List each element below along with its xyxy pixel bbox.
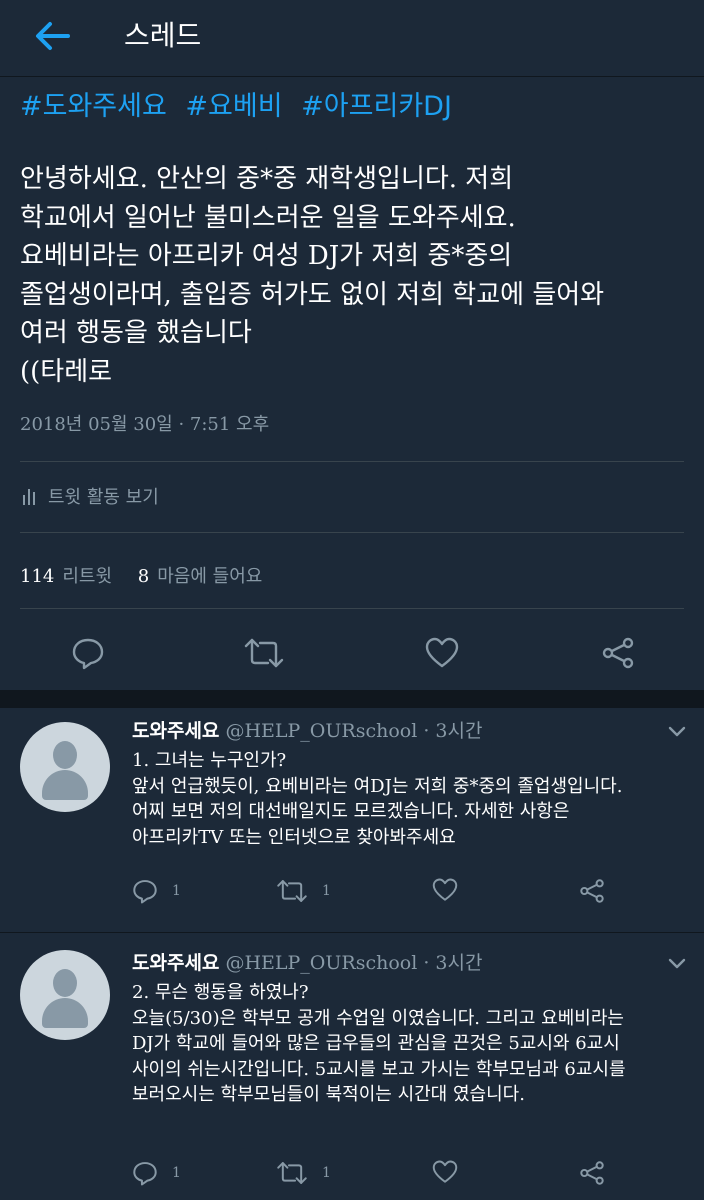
reply-text: 2. 무슨 행동을 하였나? 오늘(5/30)은 학부모 공개 수업일 이였습니…	[132, 982, 626, 1105]
reply-tweet[interactable]: 도와주세요 @HELP_OURschool · 3시간 1. 그녀는 누구인가?…	[0, 708, 704, 940]
retweet-icon	[277, 1162, 307, 1184]
reply-time: · 3시간	[423, 952, 483, 974]
back-button[interactable]	[30, 16, 74, 56]
like-label[interactable]: 마음에 들어요	[157, 566, 262, 587]
page-title: 스레드	[124, 19, 202, 52]
avatar[interactable]	[20, 722, 110, 812]
reply-text: 1. 그녀는 누구인가? 앞서 언급했듯이, 요베비라는 여DJ는 저희 중*중…	[132, 750, 623, 848]
retweet-label[interactable]: 리트윗	[62, 566, 112, 587]
reply-button[interactable]	[68, 630, 108, 676]
retweet-button[interactable]: 1	[276, 878, 331, 904]
reply-time: · 3시간	[423, 720, 483, 742]
reply-icon	[133, 880, 157, 904]
retweet-icon	[277, 880, 307, 902]
reply-author-handle[interactable]: @HELP_OURschool	[225, 720, 417, 742]
reply-icon	[72, 638, 104, 670]
tweet-activity-link[interactable]: 트윗 활동 보기	[22, 483, 159, 509]
retweet-icon	[244, 638, 284, 668]
tweet-text: 안녕하세요. 안산의 중*중 재학생입니다. 저희 학교에서 일어난 불미스러운…	[20, 164, 605, 387]
like-button[interactable]	[432, 1160, 458, 1184]
reply-button[interactable]: 1	[132, 1160, 181, 1186]
default-avatar-icon	[53, 741, 77, 769]
tweet-activity-label: 트윗 활동 보기	[48, 487, 159, 508]
retweet-button[interactable]	[244, 630, 284, 676]
chevron-down-icon[interactable]	[666, 720, 688, 742]
hashtag-link[interactable]: #요베비	[185, 91, 282, 122]
section-separator	[0, 690, 704, 708]
retweet-button[interactable]: 1	[276, 1160, 331, 1186]
share-icon	[602, 637, 634, 669]
retweet-count: 114	[20, 566, 55, 587]
hashtag-link[interactable]: #도와주세요	[20, 91, 167, 122]
reply-count: 1	[172, 1165, 181, 1181]
reply-icon	[133, 1162, 157, 1186]
hashtag-row: #도와주세요 #요베비 #아프리카DJ	[20, 84, 462, 123]
retweet-count: 1	[322, 1165, 331, 1181]
arrow-left-icon	[36, 22, 70, 50]
share-icon	[580, 1161, 604, 1185]
like-button[interactable]	[432, 878, 458, 902]
share-button[interactable]	[578, 1160, 606, 1186]
default-avatar-icon	[53, 969, 77, 997]
reply-header: 도와주세요 @HELP_OURschool · 3시간	[132, 948, 482, 975]
tweet-timestamp: 2018년 05월 30일 · 7:51 오후	[20, 414, 270, 435]
reply-author-name[interactable]: 도와주세요	[132, 952, 219, 974]
share-button[interactable]	[598, 630, 638, 676]
avatar[interactable]	[20, 950, 110, 1040]
chevron-down-icon[interactable]	[666, 952, 688, 974]
reply-action-bar: 1 1	[132, 878, 612, 908]
tweet-action-bar	[0, 630, 704, 680]
tweet-stats: 114 리트윗 8 마음에 들어요	[20, 562, 262, 588]
share-button[interactable]	[578, 878, 606, 904]
top-bar: 스레드	[0, 0, 704, 77]
retweet-count: 1	[322, 883, 331, 899]
like-button[interactable]	[422, 630, 462, 676]
reply-button[interactable]: 1	[132, 878, 181, 904]
divider	[20, 461, 684, 462]
heart-icon	[432, 1160, 458, 1183]
divider	[20, 532, 684, 533]
heart-icon	[425, 637, 459, 668]
like-count: 8	[137, 566, 150, 587]
reply-count: 1	[172, 883, 181, 899]
hashtag-link[interactable]: #아프리카DJ	[301, 91, 452, 122]
reply-action-bar: 1 1	[132, 1160, 612, 1190]
share-icon	[580, 879, 604, 903]
reply-header: 도와주세요 @HELP_OURschool · 3시간	[132, 716, 482, 743]
reply-tweet[interactable]: 도와주세요 @HELP_OURschool · 3시간 2. 무슨 행동을 하였…	[0, 932, 704, 1200]
reply-author-handle[interactable]: @HELP_OURschool	[225, 952, 417, 974]
bar-chart-icon	[23, 489, 35, 505]
reply-author-name[interactable]: 도와주세요	[132, 720, 219, 742]
divider	[20, 608, 684, 609]
heart-icon	[432, 878, 458, 901]
